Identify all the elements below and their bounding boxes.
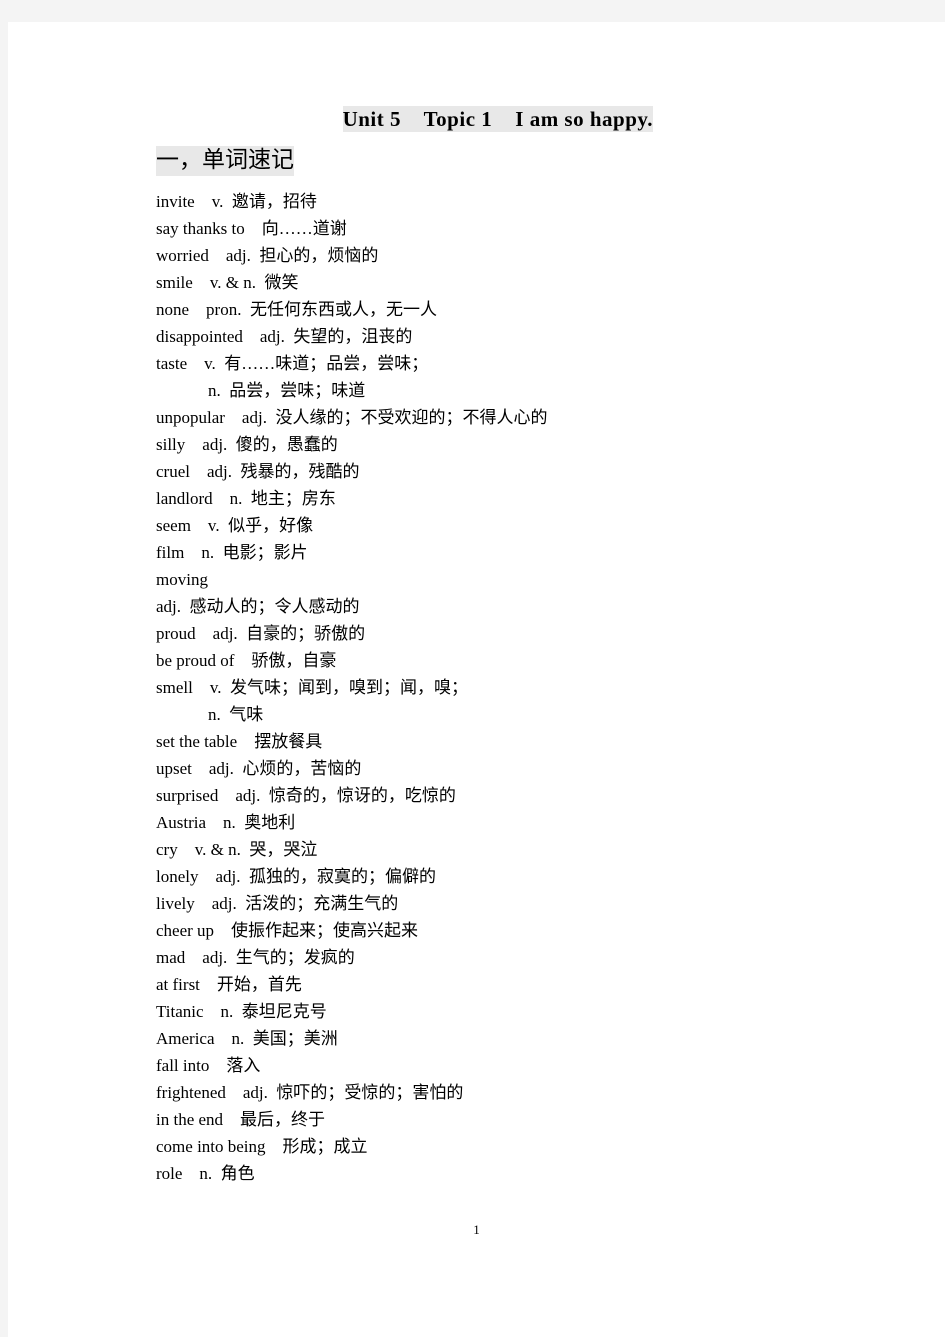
vocabulary-entry: smell v. 发气味；闻到，嗅到；闻，嗅； (156, 678, 468, 698)
vocabulary-entry: taste v. 有……味道；品尝，尝味； (156, 354, 429, 374)
vocabulary-entry: moving (156, 570, 208, 590)
page-number: 1 (473, 1222, 480, 1237)
vocabulary-entry-continuation: n. 品尝，尝味；味道 (208, 381, 366, 401)
vocabulary-entry: none pron. 无任何东西或人，无一人 (156, 300, 437, 320)
document-title-row: Unit 5 Topic 1 I am so happy. (8, 106, 945, 133)
section-heading: 一，单词速记 (156, 146, 294, 177)
vocabulary-entry: at first 开始，首先 (156, 975, 302, 995)
vocabulary-entry: silly adj. 傻的，愚蠢的 (156, 435, 338, 455)
section-heading-row: 一，单词速记 (8, 146, 945, 177)
vocabulary-entry: invite v. 邀请，招待 (156, 192, 317, 212)
vocabulary-entry: lonely adj. 孤独的，寂寞的；偏僻的 (156, 867, 437, 887)
vocabulary-entry: seem v. 似乎，好像 (156, 516, 314, 536)
vocabulary-entry: cruel adj. 残暴的，残酷的 (156, 462, 360, 482)
vocabulary-entry: set the table 摆放餐具 (156, 732, 323, 752)
vocabulary-entry: America n. 美国；美洲 (156, 1029, 338, 1049)
vocabulary-entry: landlord n. 地主；房东 (156, 489, 336, 509)
page-title: Unit 5 Topic 1 I am so happy. (342, 106, 653, 133)
vocabulary-entry: fall into 落入 (156, 1056, 261, 1076)
vocabulary-entry: cheer up 使振作起来；使高兴起来 (156, 921, 419, 941)
vocabulary-entry: frightened adj. 惊吓的；受惊的；害怕的 (156, 1083, 464, 1103)
document-page: Unit 5 Topic 1 I am so happy. 一，单词速记 inv… (8, 22, 945, 1337)
vocabulary-entry: mad adj. 生气的；发疯的 (156, 948, 355, 968)
vocabulary-entry: in the end 最后，终于 (156, 1110, 326, 1130)
vocabulary-entry: cry v. & n. 哭，哭泣 (156, 840, 318, 860)
vocabulary-entry: worried adj. 担心的，烦恼的 (156, 246, 379, 266)
vocabulary-entry: surprised adj. 惊奇的，惊讶的，吃惊的 (156, 786, 456, 806)
vocabulary-entry: be proud of 骄傲，自豪 (156, 651, 337, 671)
vocabulary-entry: lively adj. 活泼的；充满生气的 (156, 894, 399, 914)
vocabulary-entry: film n. 电影；影片 (156, 543, 308, 563)
vocabulary-entry: role n. 角色 (156, 1164, 255, 1184)
vocabulary-entry: proud adj. 自豪的；骄傲的 (156, 624, 366, 644)
vocabulary-entry: come into being 形成；成立 (156, 1137, 368, 1157)
vocabulary-entry-continuation: n. 气味 (208, 705, 264, 725)
vocabulary-list: invite v. 邀请，招待 say thanks to 向……道谢 worrie… (8, 188, 945, 1187)
vocabulary-entry: upset adj. 心烦的，苦恼的 (156, 759, 362, 779)
vocabulary-entry: smile v. & n. 微笑 (156, 273, 299, 293)
vocabulary-entry: unpopular adj. 没人缘的；不受欢迎的；不得人心的 (156, 408, 548, 428)
vocabulary-entry: say thanks to 向……道谢 (156, 219, 347, 239)
vocabulary-entry: Austria n. 奥地利 (156, 813, 296, 833)
vocabulary-entry: Titanic n. 泰坦尼克号 (156, 1002, 327, 1022)
vocabulary-entry: disappointed adj. 失望的，沮丧的 (156, 327, 413, 347)
vocabulary-entry: adj. 感动人的；令人感动的 (156, 597, 360, 617)
